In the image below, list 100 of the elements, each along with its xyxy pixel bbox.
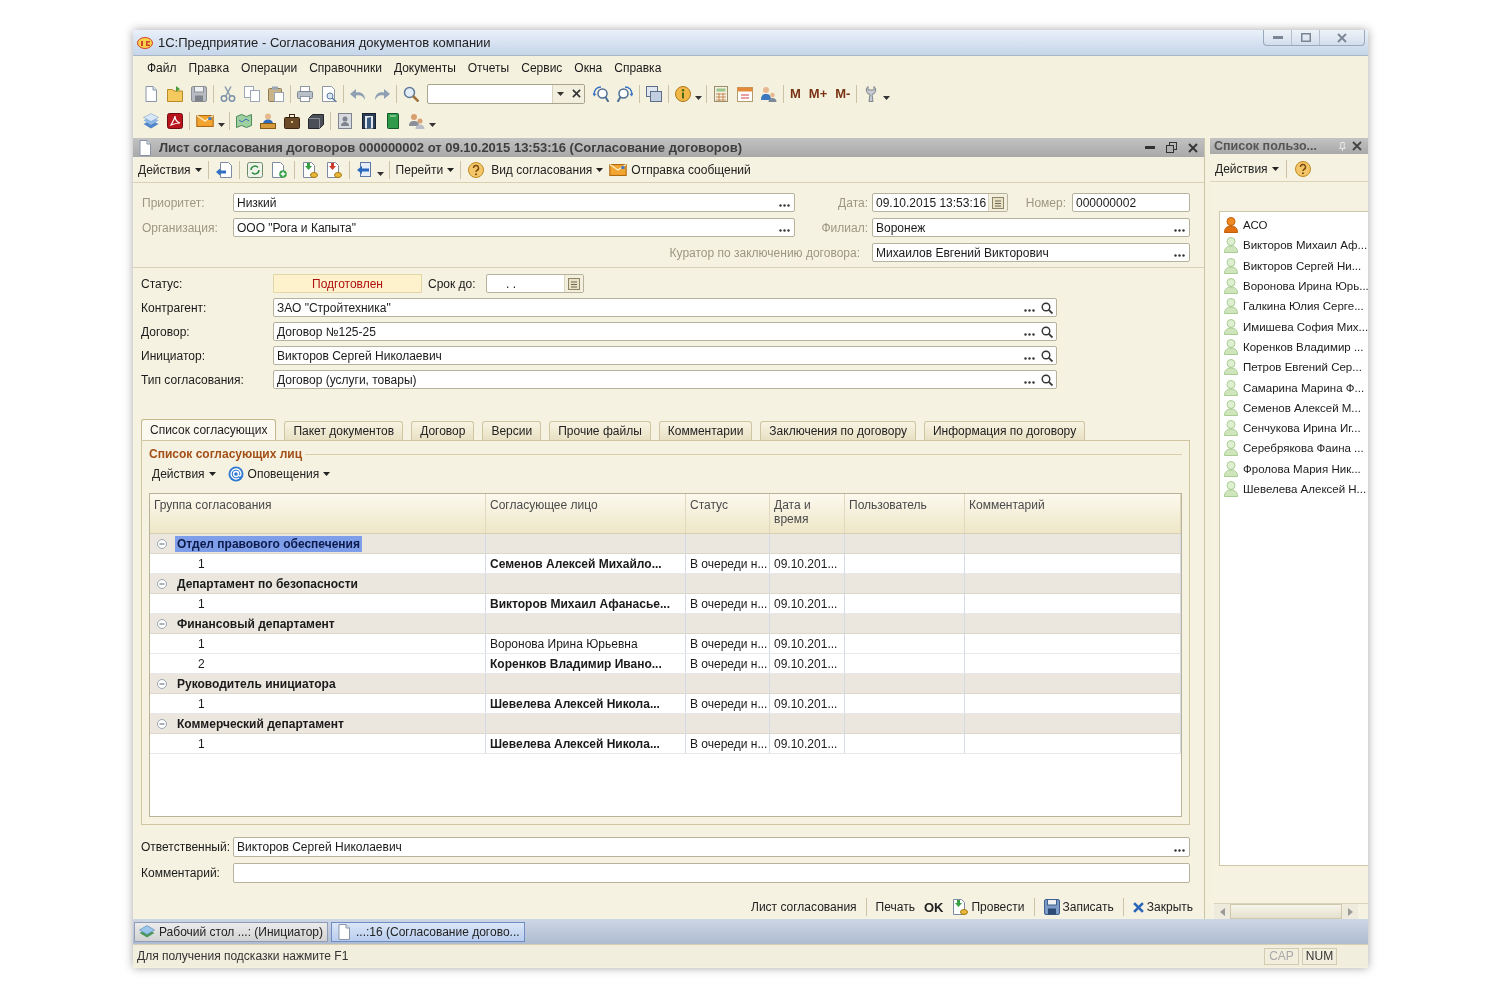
info-icon[interactable] [675,85,691,102]
maximize-icon[interactable] [1300,33,1311,42]
tab[interactable]: Информация по договору [923,421,1086,440]
box-icon[interactable] [308,112,324,129]
input-field[interactable] [233,863,1190,883]
input-field[interactable]: Договор №125-25 [273,322,1057,341]
column-header[interactable]: Группа согласования [150,494,486,533]
folder-icon[interactable] [167,85,183,102]
input-field[interactable]: Викторов Сергей Николаевич [233,837,1190,857]
caret-icon[interactable] [557,91,564,96]
dots-icon[interactable] [1024,381,1035,384]
group-name[interactable]: Руководитель инициатора [175,675,338,692]
column-header[interactable]: Дата и время [770,494,845,533]
dots-icon[interactable] [1174,229,1185,232]
caret-icon[interactable] [218,122,225,127]
menu-item[interactable]: Операции [236,61,303,75]
input-field[interactable]: Низкий [233,193,795,212]
person-at-desk-icon[interactable] [260,112,276,129]
date-field[interactable]: . . [486,274,584,293]
combo-field[interactable] [427,83,585,104]
input-field[interactable]: Михаилов Евгений Викторович [872,243,1190,262]
close-icon[interactable] [1337,32,1347,43]
group-row[interactable]: Отдел правового обеспечения [150,534,1181,554]
scroll-thumb[interactable] [1230,904,1342,919]
menu-button[interactable]: Вид согласования [488,162,607,177]
refresh-icon[interactable] [246,161,263,178]
group-name[interactable]: Коммерческий департамент [175,715,346,732]
menu-button[interactable]: Оповещения [224,466,334,482]
search-icon[interactable] [1041,373,1053,386]
toolbar-button[interactable]: OK [920,899,947,915]
input-field[interactable]: Воронеж [872,218,1190,237]
input-field[interactable]: ООО "Рога и Капыта" [233,218,795,237]
calendar-icon[interactable] [568,277,580,290]
group-row[interactable]: Коммерческий департамент [150,714,1181,734]
caret-icon[interactable] [695,95,702,100]
calculator-icon[interactable] [713,85,729,102]
user-item[interactable]: Викторов Михаил Аф... [1220,235,1368,256]
user-item[interactable]: Семенов Алексей М... [1220,397,1368,418]
menu-button[interactable]: Действия [135,162,205,177]
calendar-icon[interactable] [992,196,1004,209]
tab[interactable]: Пакет документов [284,421,404,440]
user-item[interactable]: Сенчукова Ирина Иг... [1220,417,1368,439]
menu-button[interactable]: Перейти [392,162,458,177]
search-icon[interactable] [1041,301,1053,314]
document-coins-icon[interactable] [325,161,342,178]
caret-icon[interactable] [194,167,202,172]
caret-icon[interactable] [208,472,216,476]
pdf-icon[interactable] [167,112,183,129]
user-item[interactable]: Серебрякова Фаина ... [1220,438,1368,459]
windows-icon[interactable] [646,85,662,102]
memory-button[interactable]: M [786,86,805,101]
print-icon[interactable] [297,85,313,102]
stack-icon[interactable] [143,112,159,129]
group-name[interactable]: Финансовый департамент [175,615,337,632]
save-icon[interactable] [191,85,207,102]
door-icon[interactable] [361,112,377,129]
table-row[interactable]: 1 Шевелева Алексей Никола... В очереди н... 09.10.201... [150,734,1181,754]
tab[interactable]: Список согласующих [141,419,277,440]
close-icon[interactable] [1352,141,1362,151]
menu-item[interactable]: Правка [183,61,235,75]
toolbar-button[interactable]: Провести [949,899,1028,915]
dots-icon[interactable] [1024,309,1035,312]
toolbar-button[interactable]: Записать [1040,899,1117,915]
caret-icon[interactable] [376,171,384,176]
menu-item[interactable]: Справка [609,61,667,75]
input-field[interactable]: 000000002 [1072,193,1190,212]
menu-item[interactable]: Документы [388,61,461,75]
column-header[interactable]: Комментарий [965,494,1181,533]
group-name[interactable]: Отдел правового обеспечения [175,535,362,552]
document-arrow-icon[interactable] [215,161,232,178]
envelope-icon[interactable] [196,114,214,127]
table-row[interactable]: 1 Семенов Алексей Михайло... В очереди н... 09.10.201... [150,554,1181,574]
contact-card-icon[interactable] [337,112,353,129]
taskbar-item[interactable]: Рабочий стол ...: (Инициатор) [134,921,328,942]
group-row[interactable]: Финансовый департамент [150,614,1181,634]
caret-icon[interactable] [1271,167,1279,171]
dots-icon[interactable] [1024,333,1035,336]
user-item[interactable]: Коренков Владимир ... [1220,336,1368,358]
toolbar-button[interactable]: Лист согласования [748,900,860,914]
caret-icon[interactable] [447,167,455,172]
table-row[interactable]: 1 Шевелева Алексей Никола... В очереди н... 09.10.201... [150,694,1181,714]
tab[interactable]: Заключения по договору [760,421,916,440]
calendar-icon[interactable] [737,85,753,102]
tab[interactable]: Прочие файлы [549,421,651,440]
menu-item[interactable]: Файл [142,61,182,75]
map-icon[interactable] [236,112,252,129]
caret-icon[interactable] [429,122,436,127]
user-item[interactable]: Самарина Марина Ф... [1220,377,1368,398]
search-icon[interactable] [1041,349,1053,362]
group-row[interactable]: Руководитель инициатора [150,674,1181,694]
cut-icon[interactable] [220,85,236,102]
memory-button[interactable]: M+ [804,86,832,101]
group-name[interactable]: Департамент по безопасности [175,575,360,592]
input-field[interactable]: Викторов Сергей Николаевич [273,346,1057,365]
book-icon[interactable] [385,112,401,129]
table-row[interactable]: 1 Викторов Михаил Афанасье... В очереди н... 09.10.201... [150,594,1181,614]
briefcase-icon[interactable] [284,112,300,129]
user-item[interactable]: Воронова Ирина Юрь... [1220,275,1368,297]
menu-button[interactable]: Действия [1212,162,1282,176]
column-header[interactable]: Согласующее лицо [486,494,686,533]
